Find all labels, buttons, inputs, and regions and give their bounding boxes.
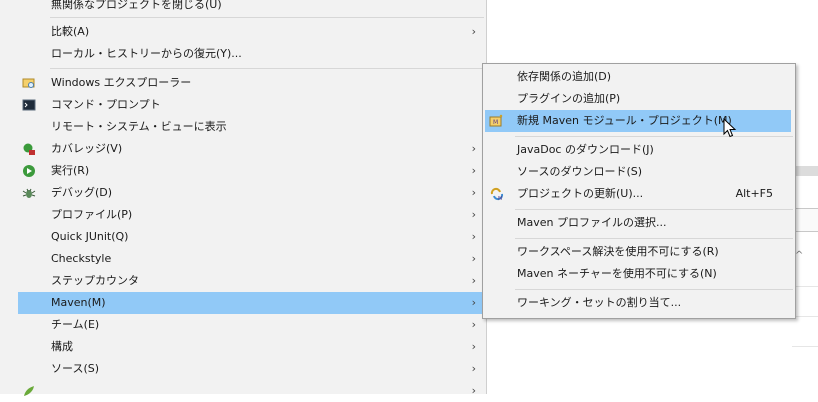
folder-search-icon <box>22 78 35 88</box>
menu-item-label: カバレッジ(V) <box>51 142 123 155</box>
submenu-item-download-javadoc[interactable]: JavaDoc のダウンロード(J) <box>485 139 791 161</box>
menu-separator <box>515 136 793 137</box>
menu-item-team[interactable]: チーム(E) › <box>18 314 484 336</box>
menu-item-label: ワーキング・セットの割り当て... <box>517 296 682 309</box>
menu-item-label: プロファイル(P) <box>51 208 133 221</box>
editor-divider <box>792 346 818 347</box>
menu-separator <box>50 17 484 18</box>
menu-item-label: 実行(R) <box>51 164 90 177</box>
menu-item-source[interactable]: ソース(S) › <box>18 358 484 380</box>
submenu-item-new-maven-module[interactable]: M 新規 Maven モジュール・プロジェクト(M) <box>485 110 791 132</box>
context-menu: 無関係なプロジェクトを閉じる(U) 比較(A) › ローカル・ヒストリーからの復… <box>0 0 487 397</box>
chevron-right-icon: › <box>471 296 476 309</box>
leaf-icon <box>24 386 34 396</box>
menu-item-label: プロジェクトの更新(U)... <box>517 187 644 200</box>
submenu-item-disable-maven-nature[interactable]: Maven ネーチャーを使用不可にする(N) <box>485 263 791 285</box>
menu-item-quick-junit[interactable]: Quick JUnit(Q) › <box>18 226 484 248</box>
chevron-right-icon: › <box>471 318 476 331</box>
submenu-item-disable-workspace-resolution[interactable]: ワークスペース解決を使用不可にする(R) <box>485 241 791 263</box>
mouse-cursor-icon <box>723 118 737 138</box>
terminal-icon <box>22 99 36 111</box>
submenu-item-update-project[interactable]: M プロジェクトの更新(U)... Alt+F5 <box>485 183 791 205</box>
menu-item-debug[interactable]: デバッグ(D) › <box>18 182 484 204</box>
menu-item-label: 依存関係の追加(D) <box>517 70 612 83</box>
menu-item-compare[interactable]: 比較(A) › <box>18 21 484 43</box>
menu-item-configure[interactable]: 構成 › <box>18 336 484 358</box>
menu-item-label: デバッグ(D) <box>51 186 113 199</box>
maven-module-icon: M <box>489 114 503 127</box>
submenu-item-select-maven-profile[interactable]: Maven プロファイルの選択... <box>485 212 791 234</box>
menu-separator <box>515 209 793 210</box>
collapse-chevron-icon[interactable]: ^ <box>795 250 803 261</box>
coverage-icon <box>23 143 35 155</box>
submenu-item-assign-working-sets[interactable]: ワーキング・セットの割り当て... <box>485 292 791 314</box>
menu-item-label: Maven プロファイルの選択... <box>517 216 667 229</box>
menu-item-checkstyle[interactable]: Checkstyle › <box>18 248 484 270</box>
menu-item-label: コマンド・プロンプト <box>51 98 161 111</box>
menu-item-label: Checkstyle <box>51 252 112 265</box>
menu-item-close-unrelated-projects[interactable]: 無関係なプロジェクトを閉じる(U) <box>18 0 484 16</box>
menu-separator <box>515 238 793 239</box>
menu-item-label: ワークスペース解決を使用不可にする(R) <box>517 245 719 258</box>
chevron-right-icon: › <box>471 340 476 353</box>
chevron-right-icon: › <box>471 274 476 287</box>
menu-item-label: 無関係なプロジェクトを閉じる(U) <box>51 0 222 11</box>
menu-item-label: ローカル・ヒストリーからの復元(Y)... <box>51 47 242 60</box>
menu-item-label: リモート・システム・ビューに表示 <box>51 120 227 133</box>
menu-item-label: Windows エクスプローラー <box>51 76 192 89</box>
menu-item-label: ソース(S) <box>51 362 100 375</box>
chevron-right-icon: › <box>471 362 476 375</box>
chevron-right-icon: › <box>471 164 476 177</box>
shortcut-label: Alt+F5 <box>735 187 773 200</box>
menu-separator <box>515 289 793 290</box>
chevron-right-icon: › <box>471 25 476 38</box>
menu-item-label: JavaDoc のダウンロード(J) <box>517 143 654 156</box>
menu-item-label: ステップカウンタ <box>51 274 139 287</box>
menu-item-label: プラグインの追加(P) <box>517 92 621 105</box>
run-icon <box>23 165 35 177</box>
menu-item-label: チーム(E) <box>51 318 100 331</box>
menu-item-label: 比較(A) <box>51 25 90 38</box>
menu-item-label: 新規 Maven モジュール・プロジェクト(M) <box>517 114 732 127</box>
menu-item-run[interactable]: 実行(R) › <box>18 160 484 182</box>
menu-item-label: Maven ネーチャーを使用不可にする(N) <box>517 267 717 280</box>
chevron-right-icon: › <box>471 252 476 265</box>
menu-item-label: Quick JUnit(Q) <box>51 230 129 243</box>
menu-item-more[interactable]: › <box>18 380 484 402</box>
chevron-right-icon: › <box>471 208 476 221</box>
menu-item-windows-explorer[interactable]: Windows エクスプローラー <box>18 72 484 94</box>
menu-item-step-counter[interactable]: ステップカウンタ › <box>18 270 484 292</box>
menu-item-coverage[interactable]: カバレッジ(V) › <box>18 138 484 160</box>
chevron-right-icon: › <box>471 384 476 397</box>
menu-item-maven[interactable]: Maven(M) › <box>18 292 484 314</box>
svg-text:M: M <box>498 196 502 201</box>
submenu-item-add-plugin[interactable]: プラグインの追加(P) <box>485 88 791 110</box>
menu-item-restore-local-history[interactable]: ローカル・ヒストリーからの復元(Y)... <box>18 43 484 65</box>
chevron-right-icon: › <box>471 186 476 199</box>
menu-item-remote-system-view[interactable]: リモート・システム・ビューに表示 <box>18 116 484 138</box>
maven-submenu: 依存関係の追加(D) プラグインの追加(P) M 新規 Maven モジュール・… <box>482 63 796 319</box>
menu-item-command-prompt[interactable]: コマンド・プロンプト <box>18 94 484 116</box>
bug-icon <box>22 188 36 198</box>
chevron-right-icon: › <box>471 142 476 155</box>
menu-separator <box>50 68 484 69</box>
submenu-item-add-dependency[interactable]: 依存関係の追加(D) <box>485 66 791 88</box>
refresh-icon: M <box>490 187 504 201</box>
menu-item-label: Maven(M) <box>51 296 106 309</box>
submenu-item-download-sources[interactable]: ソースのダウンロード(S) <box>485 161 791 183</box>
chevron-right-icon: › <box>471 230 476 243</box>
menu-item-profile[interactable]: プロファイル(P) › <box>18 204 484 226</box>
menu-item-label: ソースのダウンロード(S) <box>517 165 643 178</box>
svg-text:M: M <box>493 119 498 126</box>
menu-item-label: 構成 <box>51 340 73 353</box>
